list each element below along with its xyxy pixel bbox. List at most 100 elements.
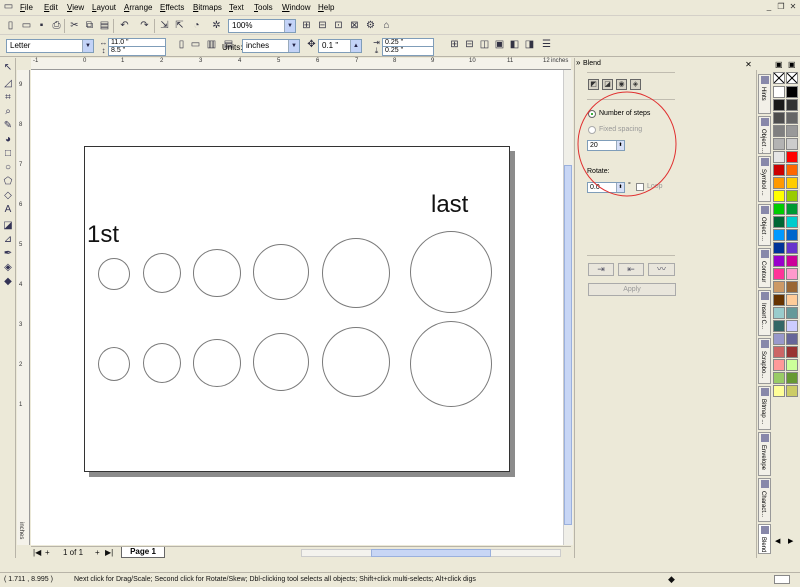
color-swatch[interactable] bbox=[773, 125, 785, 137]
treat-as-filled-icon[interactable]: ▣ bbox=[493, 39, 506, 51]
color-swatch[interactable] bbox=[773, 216, 785, 228]
tab-character[interactable]: Charact... bbox=[758, 478, 771, 522]
color-swatch[interactable] bbox=[786, 320, 798, 332]
fill-swatch[interactable] bbox=[774, 575, 790, 584]
blend-circle[interactable] bbox=[193, 339, 241, 387]
page-height-field[interactable]: 8.5 " bbox=[108, 46, 166, 56]
color-swatch[interactable] bbox=[786, 281, 798, 293]
options-button-icon[interactable]: ☰ bbox=[540, 39, 553, 51]
shape-tool-icon[interactable]: ◿ bbox=[2, 78, 14, 90]
color-swatch[interactable] bbox=[773, 359, 785, 371]
landscape-icon[interactable]: ▭ bbox=[189, 39, 202, 51]
tab-contour[interactable]: Contour bbox=[758, 248, 771, 288]
blend-circle[interactable] bbox=[253, 333, 309, 391]
color-swatch[interactable] bbox=[786, 177, 798, 189]
color-swatch[interactable] bbox=[773, 281, 785, 293]
polygon-tool-icon[interactable]: ⬠ bbox=[2, 176, 14, 188]
menu-arrange[interactable]: Arrange bbox=[124, 3, 152, 12]
color-swatch[interactable] bbox=[773, 242, 785, 254]
palette-options-icon[interactable]: ▣ bbox=[788, 60, 796, 69]
no-color-swatch[interactable] bbox=[773, 72, 785, 84]
snap-grid-icon[interactable]: ⊞ bbox=[300, 20, 313, 32]
color-swatch[interactable] bbox=[786, 112, 798, 124]
close-button[interactable]: ✕ bbox=[788, 2, 798, 12]
crop-tool-icon[interactable]: ⌗ bbox=[2, 92, 14, 104]
fill-indicator-icon[interactable]: ◆ bbox=[668, 574, 675, 585]
next-page-button[interactable]: + bbox=[95, 547, 100, 558]
dynamic-guides-icon[interactable]: ⊠ bbox=[348, 20, 361, 32]
smart-fill-tool-icon[interactable]: ◕ bbox=[2, 134, 14, 146]
vertical-scrollbar-thumb[interactable] bbox=[564, 165, 572, 525]
close-icon[interactable]: ✕ bbox=[744, 60, 753, 69]
menu-file[interactable]: File bbox=[20, 3, 33, 12]
text-tool-icon[interactable]: A bbox=[2, 204, 14, 216]
page-size-combo[interactable]: Letter ▼ bbox=[6, 39, 94, 53]
tab-insert-character[interactable]: Insert C... bbox=[758, 290, 771, 336]
menu-effects[interactable]: Effects bbox=[160, 3, 184, 12]
color-swatch[interactable] bbox=[773, 164, 785, 176]
palette-scroll-up-icon[interactable]: ◀ bbox=[775, 537, 780, 545]
color-swatch[interactable] bbox=[773, 203, 785, 215]
horizontal-ruler[interactable]: -1 0 1 2 3 4 5 6 7 8 9 10 11 12 inches bbox=[31, 58, 571, 70]
welcome-icon[interactable]: ⌂ bbox=[380, 20, 393, 32]
tab-bitmap[interactable]: Bitmap ... bbox=[758, 386, 771, 430]
tab-object-properties[interactable]: Object ... bbox=[758, 116, 771, 154]
interactive-fill-tool-icon[interactable]: ◆ bbox=[2, 276, 14, 288]
color-swatch[interactable] bbox=[773, 385, 785, 397]
redo-icon[interactable]: ↷ bbox=[138, 20, 151, 32]
blend-circle[interactable] bbox=[98, 347, 130, 381]
palette-options-icon[interactable]: ▣ bbox=[775, 60, 783, 69]
color-swatch[interactable] bbox=[773, 372, 785, 384]
blend-start-button[interactable]: ⇥ bbox=[588, 263, 614, 276]
tab-symbol[interactable]: Symbol ... bbox=[758, 156, 771, 202]
color-swatch[interactable] bbox=[773, 99, 785, 111]
nudge-field[interactable]: 0.1 " ▲ bbox=[318, 39, 362, 53]
launcher-icon[interactable]: ◔ bbox=[190, 20, 203, 32]
eyedropper-tool-icon[interactable]: ⊿ bbox=[2, 234, 14, 246]
color-swatch[interactable] bbox=[773, 177, 785, 189]
color-swatch[interactable] bbox=[786, 190, 798, 202]
color-swatch[interactable] bbox=[786, 294, 798, 306]
restore-button[interactable]: ❐ bbox=[776, 2, 786, 12]
blend-circle[interactable] bbox=[253, 244, 309, 300]
color-swatch[interactable] bbox=[786, 164, 798, 176]
units-combo[interactable]: inches ▼ bbox=[242, 39, 300, 53]
docker-expand-icon[interactable]: » bbox=[576, 58, 580, 67]
color-swatch[interactable] bbox=[773, 86, 785, 98]
apply-button[interactable]: Apply bbox=[588, 283, 676, 296]
snap-to-guidelines-icon[interactable]: ⊟ bbox=[463, 39, 476, 51]
save-icon[interactable]: ▪ bbox=[35, 20, 48, 32]
color-swatch[interactable] bbox=[786, 138, 798, 150]
color-swatch[interactable] bbox=[786, 216, 798, 228]
palette-scroll-down-icon[interactable]: ▶ bbox=[788, 537, 793, 545]
menu-tools[interactable]: Tools bbox=[254, 3, 273, 12]
color-swatch[interactable] bbox=[773, 255, 785, 267]
first-page-button[interactable]: |◀ bbox=[33, 547, 41, 558]
tab-hints[interactable]: Hints bbox=[758, 74, 771, 114]
interactive-blend-tool-icon[interactable]: ◪ bbox=[2, 220, 14, 232]
blend-circle[interactable] bbox=[143, 343, 181, 383]
color-swatch[interactable] bbox=[773, 346, 785, 358]
menu-view[interactable]: View bbox=[67, 3, 84, 12]
duplicate-y-field[interactable]: 0.25 " bbox=[382, 46, 434, 56]
label-first[interactable]: 1st bbox=[87, 221, 119, 249]
corel-online-icon[interactable]: ✲ bbox=[210, 20, 223, 32]
menu-text[interactable]: Text bbox=[229, 3, 244, 12]
menu-help[interactable]: Help bbox=[318, 3, 334, 12]
blend-circle[interactable] bbox=[322, 327, 390, 397]
color-swatch[interactable] bbox=[773, 320, 785, 332]
color-swatch[interactable] bbox=[773, 307, 785, 319]
undo-icon[interactable]: ↶ bbox=[118, 20, 131, 32]
copy-icon[interactable]: ⧉ bbox=[83, 20, 96, 32]
no-color-swatch[interactable] bbox=[786, 72, 798, 84]
color-swatch[interactable] bbox=[786, 268, 798, 280]
snap-objects-icon[interactable]: ⊡ bbox=[332, 20, 345, 32]
menu-edit[interactable]: Edit bbox=[44, 3, 58, 12]
options-icon[interactable]: ⚙ bbox=[364, 20, 377, 32]
blend-circle[interactable] bbox=[410, 231, 492, 313]
color-swatch[interactable] bbox=[786, 307, 798, 319]
snap-to-grid-icon[interactable]: ⊞ bbox=[448, 39, 461, 51]
zoom-tool-icon[interactable]: ⌕ bbox=[2, 106, 14, 118]
color-swatch[interactable] bbox=[786, 372, 798, 384]
zoom-combo[interactable]: 100% ▼ bbox=[228, 19, 296, 33]
